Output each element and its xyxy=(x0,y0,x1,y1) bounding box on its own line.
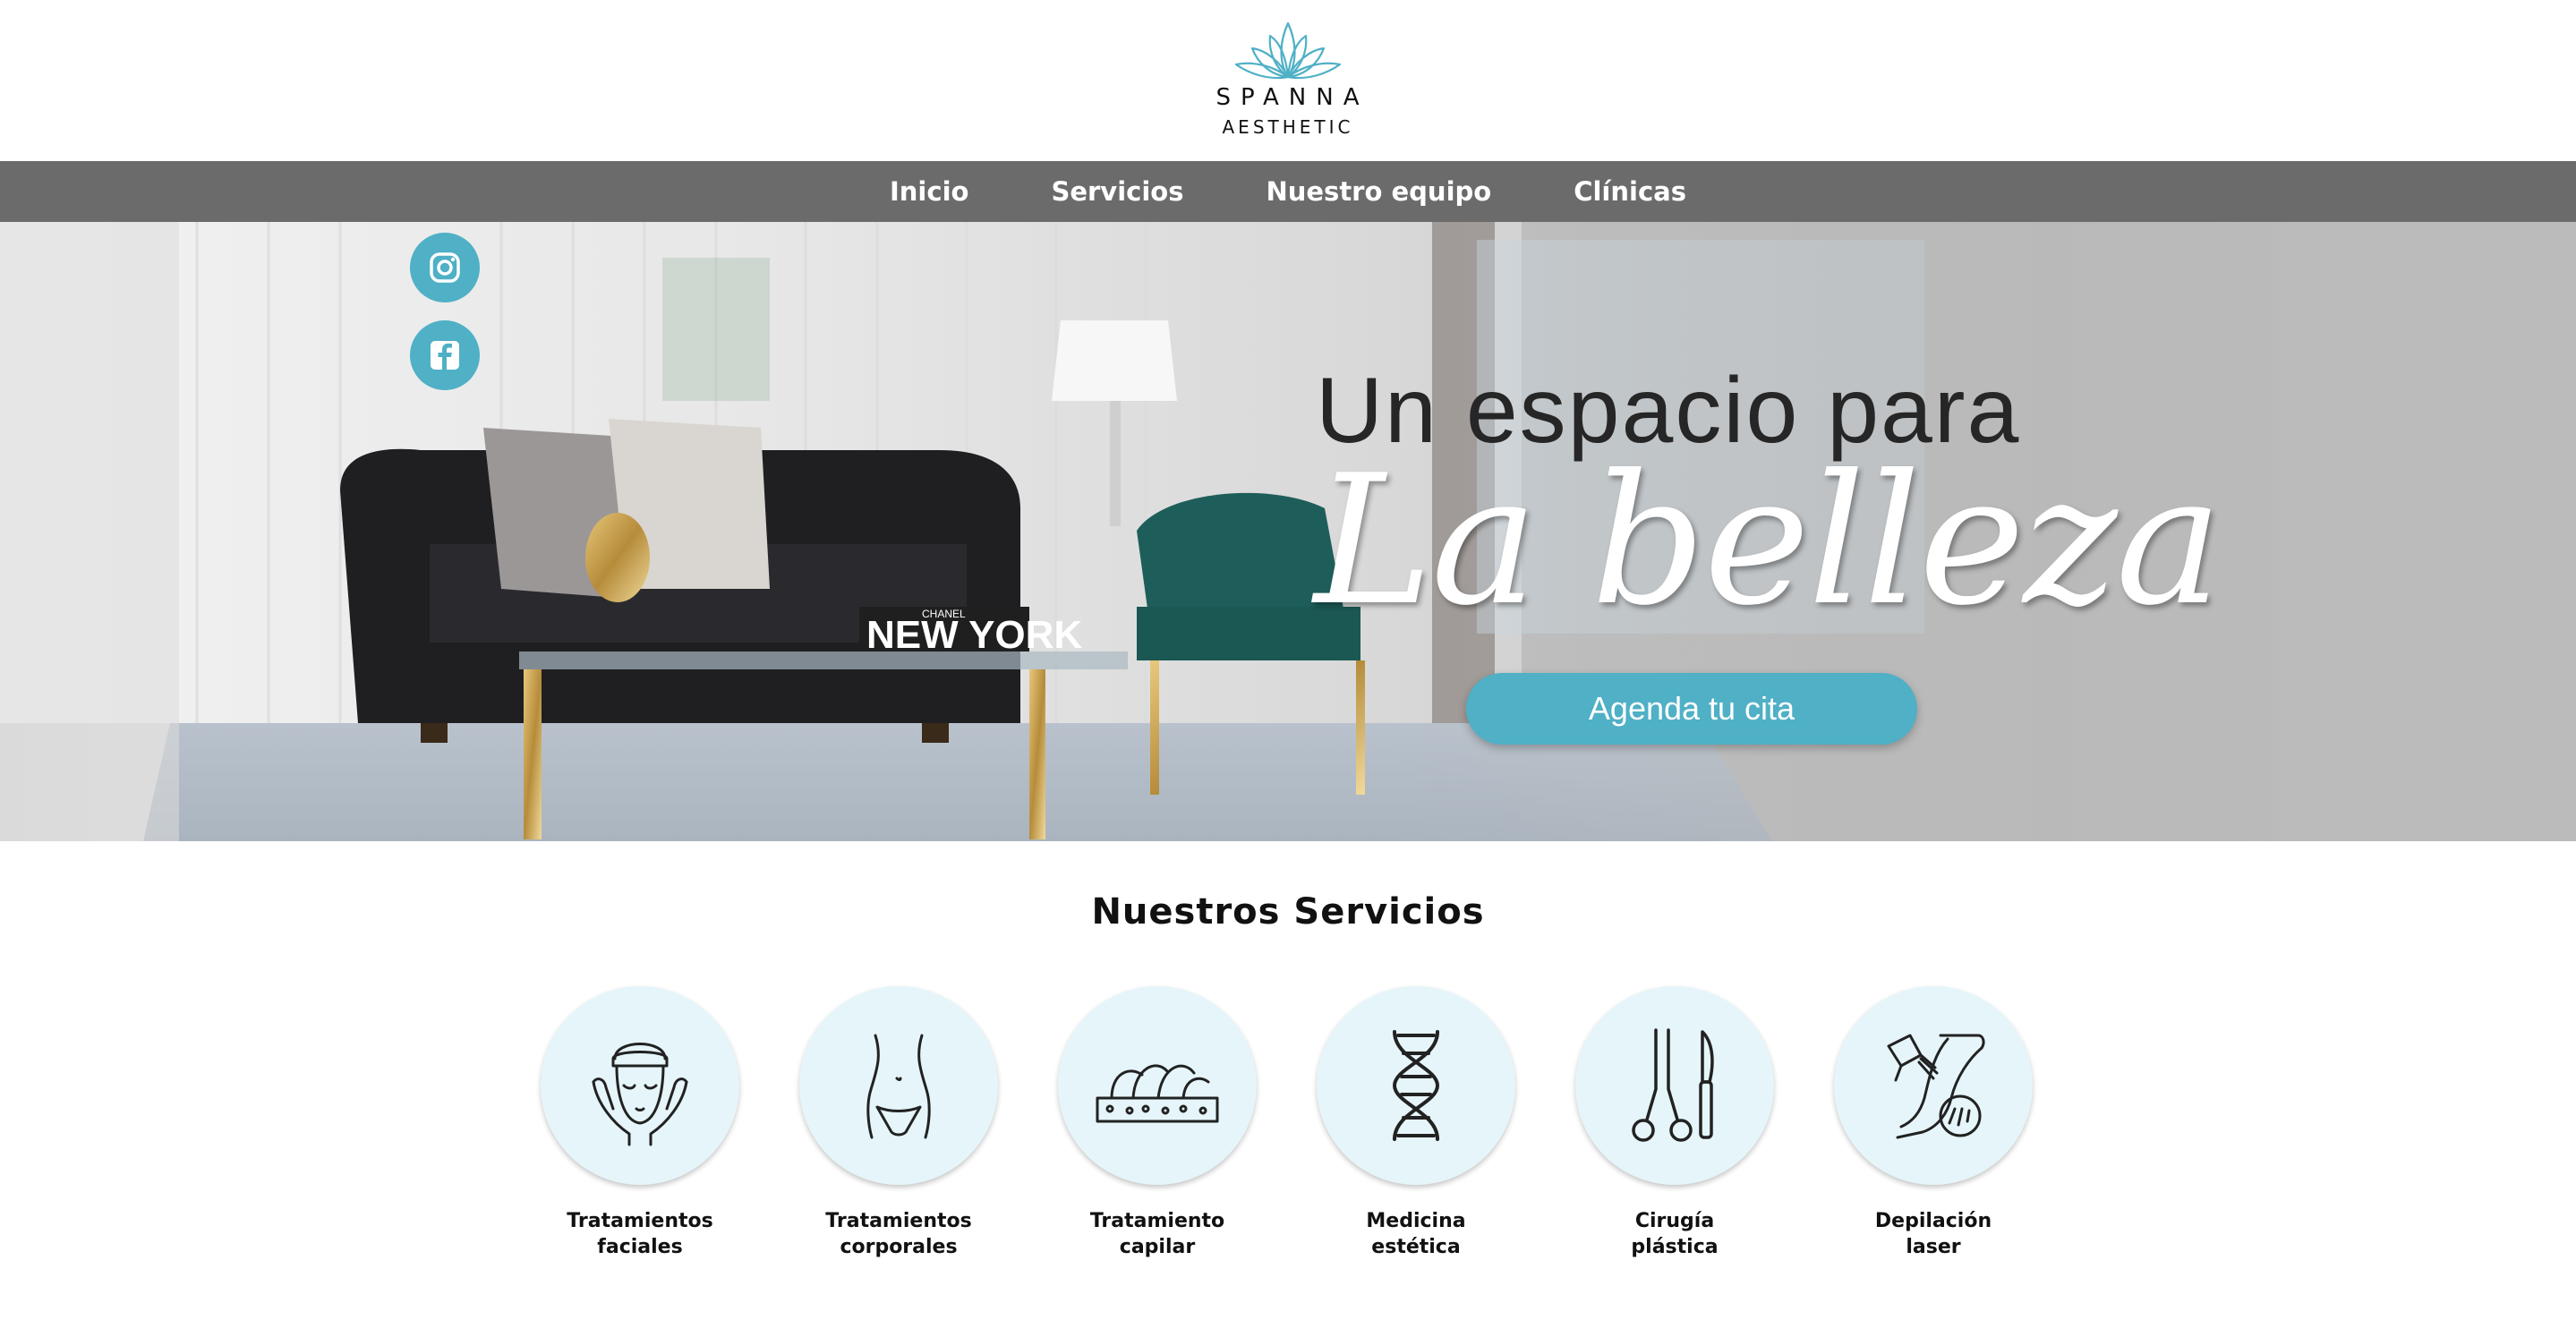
book-appointment-button[interactable]: Agenda tu cita xyxy=(1466,673,1917,745)
surgery-tools-icon xyxy=(1632,1028,1714,1142)
facebook-button[interactable] xyxy=(410,320,480,390)
main-nav: Inicio Servicios Nuestro equipo Clínicas xyxy=(0,161,2576,222)
laser-hair-removal-icon xyxy=(1887,1034,1985,1139)
nav-item-clinicas[interactable]: Clínicas xyxy=(1532,176,1727,207)
service-label-line1: Medicina xyxy=(1366,1210,1466,1232)
service-circle xyxy=(541,986,739,1185)
nav-item-inicio[interactable]: Inicio xyxy=(849,176,1010,207)
service-cirugia-plastica[interactable]: Cirugía plástica xyxy=(1567,986,1782,1260)
brand-name: SPANNA xyxy=(1215,84,1369,111)
service-circle xyxy=(1834,986,2033,1185)
face-treatment-icon xyxy=(592,1043,688,1146)
hero-banner: NEW YORK CHANEL Un espacio para La belle… xyxy=(0,222,2576,841)
service-label-line2: estética xyxy=(1371,1236,1461,1258)
instagram-icon xyxy=(430,252,460,283)
nav-list: Inicio Servicios Nuestro equipo Clínicas xyxy=(0,161,2576,222)
service-circle xyxy=(1317,986,1515,1185)
lotus-logo-icon xyxy=(1234,21,1342,80)
brand-logo[interactable]: SPANNA AESTHETIC xyxy=(1198,18,1378,143)
book-title-chanel: CHANEL xyxy=(922,608,966,620)
brand-subtitle: AESTHETIC xyxy=(1222,116,1354,138)
dna-icon xyxy=(1392,1030,1440,1141)
service-label-line1: Cirugía xyxy=(1634,1210,1715,1232)
service-label: Depilación laser xyxy=(1826,1208,2041,1260)
hero-script-headline: La belleza xyxy=(1314,437,2222,645)
service-label: Medicina estética xyxy=(1309,1208,1523,1260)
service-circle xyxy=(799,986,998,1185)
nav-item-servicios[interactable]: Servicios xyxy=(1010,176,1224,207)
services-list: Tratamientos faciales Tratamientos corpo… xyxy=(0,986,2576,1273)
service-label-line1: Depilación xyxy=(1874,1210,1992,1232)
service-label-line2: corporales xyxy=(840,1236,958,1258)
hair-treatment-icon xyxy=(1096,1064,1219,1123)
service-label-line2: capilar xyxy=(1119,1236,1196,1258)
service-label-line1: Tratamientos xyxy=(567,1210,713,1232)
service-label-line2: plástica xyxy=(1631,1236,1719,1258)
nav-item-nuestro-equipo[interactable]: Nuestro equipo xyxy=(1224,176,1532,207)
service-tratamientos-corporales[interactable]: Tratamientos corporales xyxy=(791,986,1006,1260)
site-header: SPANNA AESTHETIC xyxy=(0,0,2576,161)
service-label: Tratamientos corporales xyxy=(791,1208,1006,1260)
service-depilacion-laser[interactable]: Depilación laser xyxy=(1826,986,2041,1260)
instagram-button[interactable] xyxy=(410,233,480,302)
facebook-icon xyxy=(431,341,459,370)
service-tratamientos-faciales[interactable]: Tratamientos faciales xyxy=(533,986,747,1260)
service-label-line1: Tratamiento xyxy=(1089,1210,1225,1232)
service-label: Cirugía plástica xyxy=(1567,1208,1782,1260)
service-label-line1: Tratamientos xyxy=(825,1210,972,1232)
services-title: Nuestros Servicios xyxy=(1091,891,1485,932)
service-label-line2: laser xyxy=(1906,1236,1961,1258)
service-medicina-estetica[interactable]: Medicina estética xyxy=(1309,986,1523,1260)
body-treatment-icon xyxy=(866,1034,931,1139)
service-circle xyxy=(1575,986,1774,1185)
service-label: Tratamiento capilar xyxy=(1050,1208,1265,1260)
service-circle xyxy=(1058,986,1257,1185)
service-label: Tratamientos faciales xyxy=(533,1208,747,1260)
book-title-new-york: NEW YORK xyxy=(866,613,1082,657)
service-label-line2: faciales xyxy=(597,1236,683,1258)
service-tratamiento-capilar[interactable]: Tratamiento capilar xyxy=(1050,986,1265,1260)
